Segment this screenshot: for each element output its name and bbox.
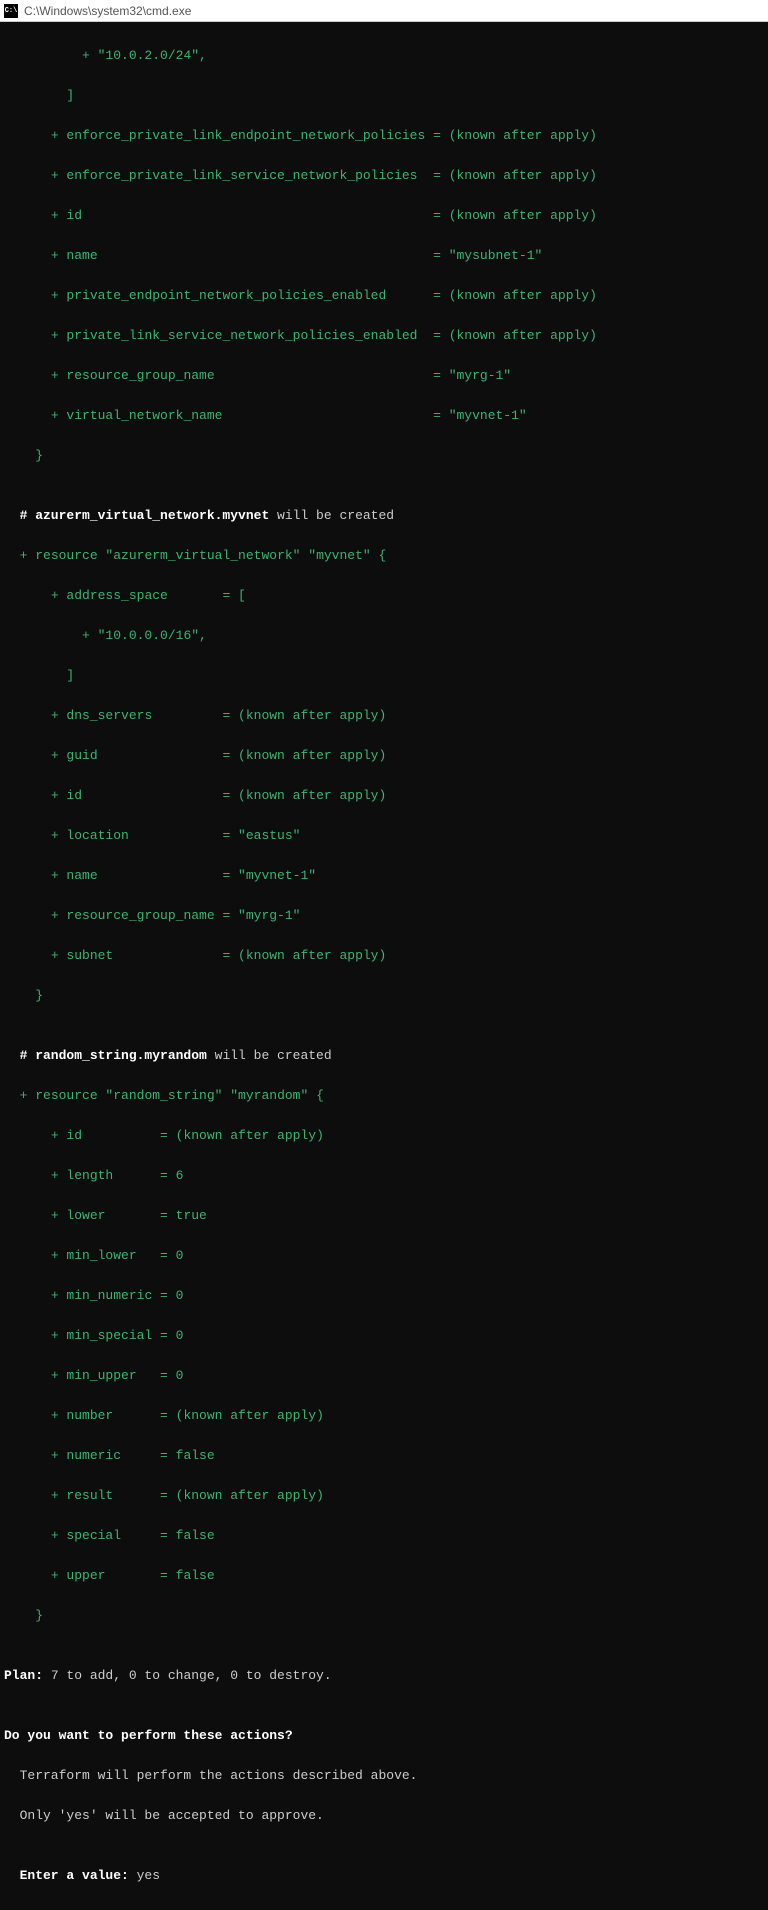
terminal-line: + location = "eastus": [4, 826, 764, 846]
terminal-line: }: [4, 986, 764, 1006]
terminal-line: # azurerm_virtual_network.myvnet will be…: [4, 506, 764, 526]
terminal-line: # random_string.myrandom will be created: [4, 1046, 764, 1066]
terminal-line: + min_numeric = 0: [4, 1286, 764, 1306]
terminal-line: + result = (known after apply): [4, 1486, 764, 1506]
cmd-icon: C:\: [4, 4, 18, 18]
terminal-line: ]: [4, 666, 764, 686]
input-prompt: Enter a value: yes: [4, 1866, 764, 1886]
terminal-line: + "10.0.2.0/24",: [4, 46, 764, 66]
terminal-line: + dns_servers = (known after apply): [4, 706, 764, 726]
window-title: C:\Windows\system32\cmd.exe: [24, 4, 191, 18]
terminal-line: + resource_group_name = "myrg-1": [4, 366, 764, 386]
terminal-output[interactable]: + "10.0.2.0/24", ] + enforce_private_lin…: [0, 22, 768, 1910]
terminal-line: + address_space = [: [4, 586, 764, 606]
terminal-line: }: [4, 446, 764, 466]
terminal-line: + virtual_network_name = "myvnet-1": [4, 406, 764, 426]
terminal-line: + private_endpoint_network_policies_enab…: [4, 286, 764, 306]
terminal-line: + min_upper = 0: [4, 1366, 764, 1386]
terminal-line: + private_link_service_network_policies_…: [4, 326, 764, 346]
terminal-line: + "10.0.0.0/16",: [4, 626, 764, 646]
terminal-line: + numeric = false: [4, 1446, 764, 1466]
terminal-line: + min_lower = 0: [4, 1246, 764, 1266]
terminal-line: Only 'yes' will be accepted to approve.: [4, 1806, 764, 1826]
terminal-line: + subnet = (known after apply): [4, 946, 764, 966]
terminal-line: }: [4, 1606, 764, 1626]
terminal-line: + special = false: [4, 1526, 764, 1546]
window-titlebar: C:\ C:\Windows\system32\cmd.exe: [0, 0, 768, 22]
user-input[interactable]: yes: [129, 1868, 160, 1883]
terminal-line: + enforce_private_link_endpoint_network_…: [4, 126, 764, 146]
terminal-line: + resource_group_name = "myrg-1": [4, 906, 764, 926]
terminal-line: + guid = (known after apply): [4, 746, 764, 766]
plan-summary: Plan: 7 to add, 0 to change, 0 to destro…: [4, 1666, 764, 1686]
terminal-line: Terraform will perform the actions descr…: [4, 1766, 764, 1786]
terminal-line: + number = (known after apply): [4, 1406, 764, 1426]
terminal-line: + name = "mysubnet-1": [4, 246, 764, 266]
terminal-line: + id = (known after apply): [4, 206, 764, 226]
confirm-prompt: Do you want to perform these actions?: [4, 1726, 764, 1746]
terminal-line: + id = (known after apply): [4, 786, 764, 806]
terminal-line: + length = 6: [4, 1166, 764, 1186]
terminal-line: + resource "random_string" "myrandom" {: [4, 1086, 764, 1106]
terminal-line: ]: [4, 86, 764, 106]
terminal-line: + name = "myvnet-1": [4, 866, 764, 886]
terminal-line: + id = (known after apply): [4, 1126, 764, 1146]
terminal-line: + enforce_private_link_service_network_p…: [4, 166, 764, 186]
terminal-line: + upper = false: [4, 1566, 764, 1586]
terminal-line: + resource "azurerm_virtual_network" "my…: [4, 546, 764, 566]
terminal-line: + lower = true: [4, 1206, 764, 1226]
terminal-line: + min_special = 0: [4, 1326, 764, 1346]
